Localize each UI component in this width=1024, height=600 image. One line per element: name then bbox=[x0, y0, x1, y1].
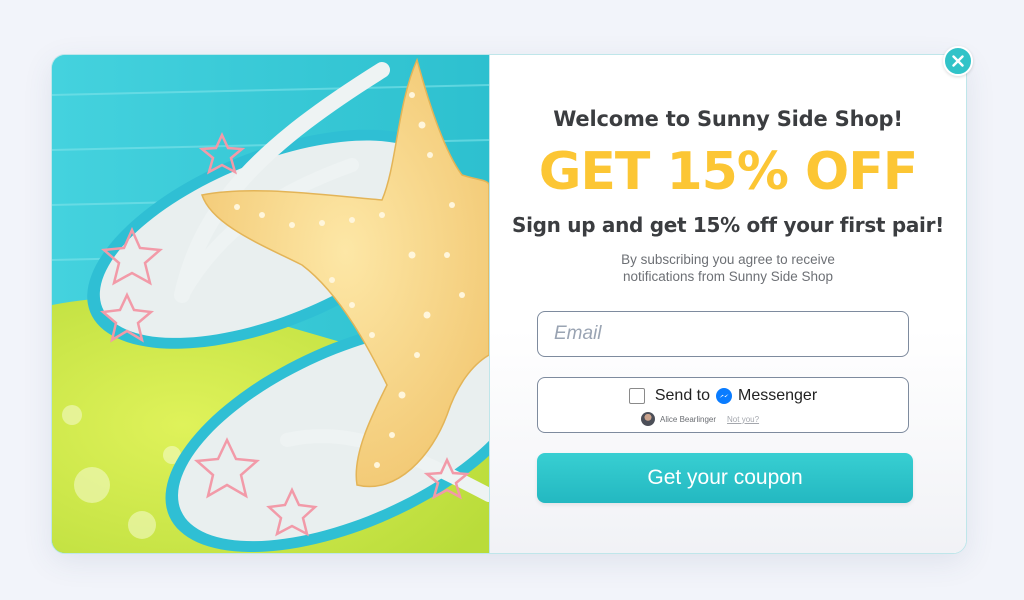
email-input[interactable] bbox=[537, 311, 909, 357]
not-you-link[interactable]: Not you? bbox=[727, 415, 759, 424]
send-to-label: Send to bbox=[654, 387, 710, 404]
hero-image bbox=[52, 55, 489, 553]
signup-popup: Welcome to Sunny Side Shop! GET 15% OFF … bbox=[51, 54, 967, 554]
get-coupon-button[interactable]: Get your coupon bbox=[537, 453, 913, 503]
discount-headline: GET 15% OFF bbox=[538, 142, 919, 202]
close-icon bbox=[952, 55, 964, 67]
welcome-title: Welcome to Sunny Side Shop! bbox=[553, 107, 903, 131]
offer-subtitle: Sign up and get 15% off your first pair! bbox=[512, 213, 944, 237]
messenger-optin: Send to Messenger Alice Bearlinger Not y… bbox=[537, 377, 909, 433]
close-button[interactable] bbox=[943, 46, 973, 76]
messenger-brand-label: Messenger bbox=[738, 387, 818, 404]
consent-disclaimer: By subscribing you agree to receive noti… bbox=[621, 252, 835, 284]
signup-panel: Welcome to Sunny Side Shop! GET 15% OFF … bbox=[489, 55, 966, 553]
flip-flops-starfish-photo bbox=[52, 55, 489, 553]
user-name: Alice Bearlinger bbox=[660, 414, 717, 424]
messenger-checkbox[interactable] bbox=[628, 388, 645, 404]
messenger-user: Alice Bearlinger Not you? bbox=[641, 412, 759, 426]
avatar bbox=[641, 412, 655, 426]
messenger-icon bbox=[716, 388, 732, 404]
messenger-optin-row: Send to Messenger bbox=[538, 387, 908, 405]
